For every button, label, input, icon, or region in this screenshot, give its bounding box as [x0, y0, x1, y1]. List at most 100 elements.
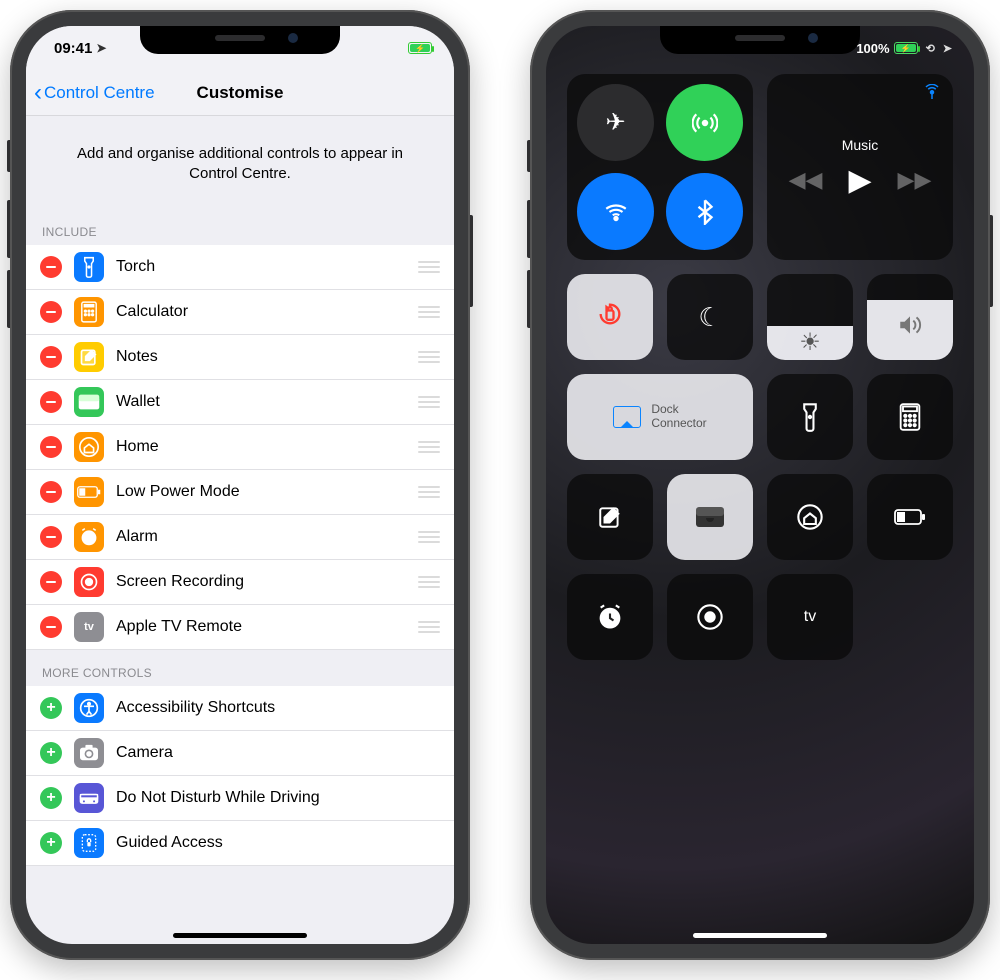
list-row[interactable]: Accessibility Shortcuts [26, 686, 454, 731]
low-power-icon [894, 508, 926, 526]
home-button[interactable] [767, 474, 853, 560]
record-icon [74, 567, 104, 597]
list-row[interactable]: Calculator [26, 290, 454, 335]
home-icon [796, 503, 824, 531]
row-label: Guided Access [116, 834, 440, 852]
play-button[interactable]: ▶ [848, 163, 871, 198]
rotation-lock-toggle[interactable] [567, 274, 653, 360]
location-indicator: ➤ [943, 42, 952, 55]
row-label: Accessibility Shortcuts [116, 699, 440, 717]
volume-slider[interactable] [867, 274, 953, 360]
list-row[interactable]: Low Power Mode [26, 470, 454, 515]
list-row[interactable]: tvApple TV Remote [26, 605, 454, 650]
reorder-handle[interactable] [418, 621, 440, 633]
notes-button[interactable] [567, 474, 653, 560]
moon-icon: ☾ [698, 302, 721, 333]
home-indicator[interactable] [693, 933, 827, 938]
back-button[interactable]: ‹ Control Centre [34, 81, 155, 105]
battery-icon: ⚡ [408, 42, 432, 54]
remove-button[interactable] [40, 436, 62, 458]
list-row[interactable]: Do Not Disturb While Driving [26, 776, 454, 821]
list-row[interactable]: Screen Recording [26, 560, 454, 605]
list-row[interactable]: Wallet [26, 380, 454, 425]
rotation-lock-icon [596, 300, 624, 334]
wifi-toggle[interactable] [577, 173, 654, 250]
screen-control-centre: 100% ⚡ ⟲ ➤ ✈ [546, 26, 974, 944]
mirror-line1: Dock [651, 403, 706, 417]
include-list: Torch Calculator Notes Wallet HomeLow Power … [26, 245, 454, 650]
reorder-handle[interactable] [418, 306, 440, 318]
bluetooth-toggle[interactable] [666, 173, 743, 250]
music-tile[interactable]: Music ◀◀ ▶ ▶▶ [767, 74, 953, 260]
reorder-handle[interactable] [418, 441, 440, 453]
wallet-button[interactable] [667, 474, 753, 560]
screen-settings: 09:41 ➤ ⚡ ‹ Control Centre Customise Add… [26, 26, 454, 944]
reorder-handle[interactable] [418, 396, 440, 408]
torch-icon [74, 252, 104, 282]
list-row[interactable]: Camera [26, 731, 454, 776]
remove-button[interactable] [40, 571, 62, 593]
remove-button[interactable] [40, 481, 62, 503]
screen-mirroring-button[interactable]: Dock Connector [567, 374, 753, 460]
brightness-slider[interactable]: ☀ [767, 274, 853, 360]
description-text: Add and organise additional controls to … [26, 116, 454, 209]
dnd-toggle[interactable]: ☾ [667, 274, 753, 360]
reorder-handle[interactable] [418, 531, 440, 543]
list-row[interactable]: Notes [26, 335, 454, 380]
remove-button[interactable] [40, 346, 62, 368]
chevron-left-icon: ‹ [34, 81, 42, 105]
list-row[interactable]: Home [26, 425, 454, 470]
page-title: Customise [197, 83, 284, 103]
notes-icon [74, 342, 104, 372]
airplay-icon[interactable] [923, 84, 941, 107]
screen-recording-button[interactable] [667, 574, 753, 660]
cellular-toggle[interactable] [666, 84, 743, 161]
battery-percent: 100% [856, 41, 889, 56]
low-power-button[interactable] [867, 474, 953, 560]
remove-button[interactable] [40, 616, 62, 638]
remove-button[interactable] [40, 301, 62, 323]
reorder-handle[interactable] [418, 351, 440, 363]
reorder-handle[interactable] [418, 576, 440, 588]
back-label: Control Centre [44, 83, 155, 103]
add-button[interactable] [40, 742, 62, 764]
row-label: Calculator [116, 303, 406, 321]
calculator-icon [898, 403, 922, 431]
wallet-icon [74, 387, 104, 417]
remove-button[interactable] [40, 526, 62, 548]
add-button[interactable] [40, 832, 62, 854]
list-row[interactable]: Guided Access [26, 821, 454, 866]
row-label: Screen Recording [116, 573, 406, 591]
brightness-icon: ☀ [799, 328, 821, 357]
alarm-button[interactable] [567, 574, 653, 660]
calculator-button[interactable] [867, 374, 953, 460]
next-track-button[interactable]: ▶▶ [898, 167, 932, 193]
apple-tv-label: tv [804, 608, 816, 626]
apple-tv-remote-button[interactable]: tv [767, 574, 853, 660]
remove-button[interactable] [40, 391, 62, 413]
add-button[interactable] [40, 787, 62, 809]
home-indicator[interactable] [173, 933, 307, 938]
volume-icon [897, 314, 923, 342]
torch-icon [799, 402, 821, 432]
include-header: INCLUDE [26, 209, 454, 245]
battery-icon: ⚡ [894, 42, 918, 54]
add-button[interactable] [40, 697, 62, 719]
access-icon [74, 693, 104, 723]
prev-track-button[interactable]: ◀◀ [789, 167, 823, 193]
remove-button[interactable] [40, 256, 62, 278]
list-row[interactable]: Alarm [26, 515, 454, 560]
reorder-handle[interactable] [418, 486, 440, 498]
row-label: Camera [116, 744, 440, 762]
row-label: Alarm [116, 528, 406, 546]
reorder-handle[interactable] [418, 261, 440, 273]
phone-customise: 09:41 ➤ ⚡ ‹ Control Centre Customise Add… [10, 10, 470, 960]
list-row[interactable]: Torch [26, 245, 454, 290]
torch-button[interactable] [767, 374, 853, 460]
row-label: Notes [116, 348, 406, 366]
record-icon [696, 603, 724, 631]
music-title: Music [842, 137, 879, 153]
row-label: Wallet [116, 393, 406, 411]
airplane-mode-toggle[interactable]: ✈ [577, 84, 654, 161]
control-centre-grid: ✈ Music ◀◀ [546, 70, 974, 670]
